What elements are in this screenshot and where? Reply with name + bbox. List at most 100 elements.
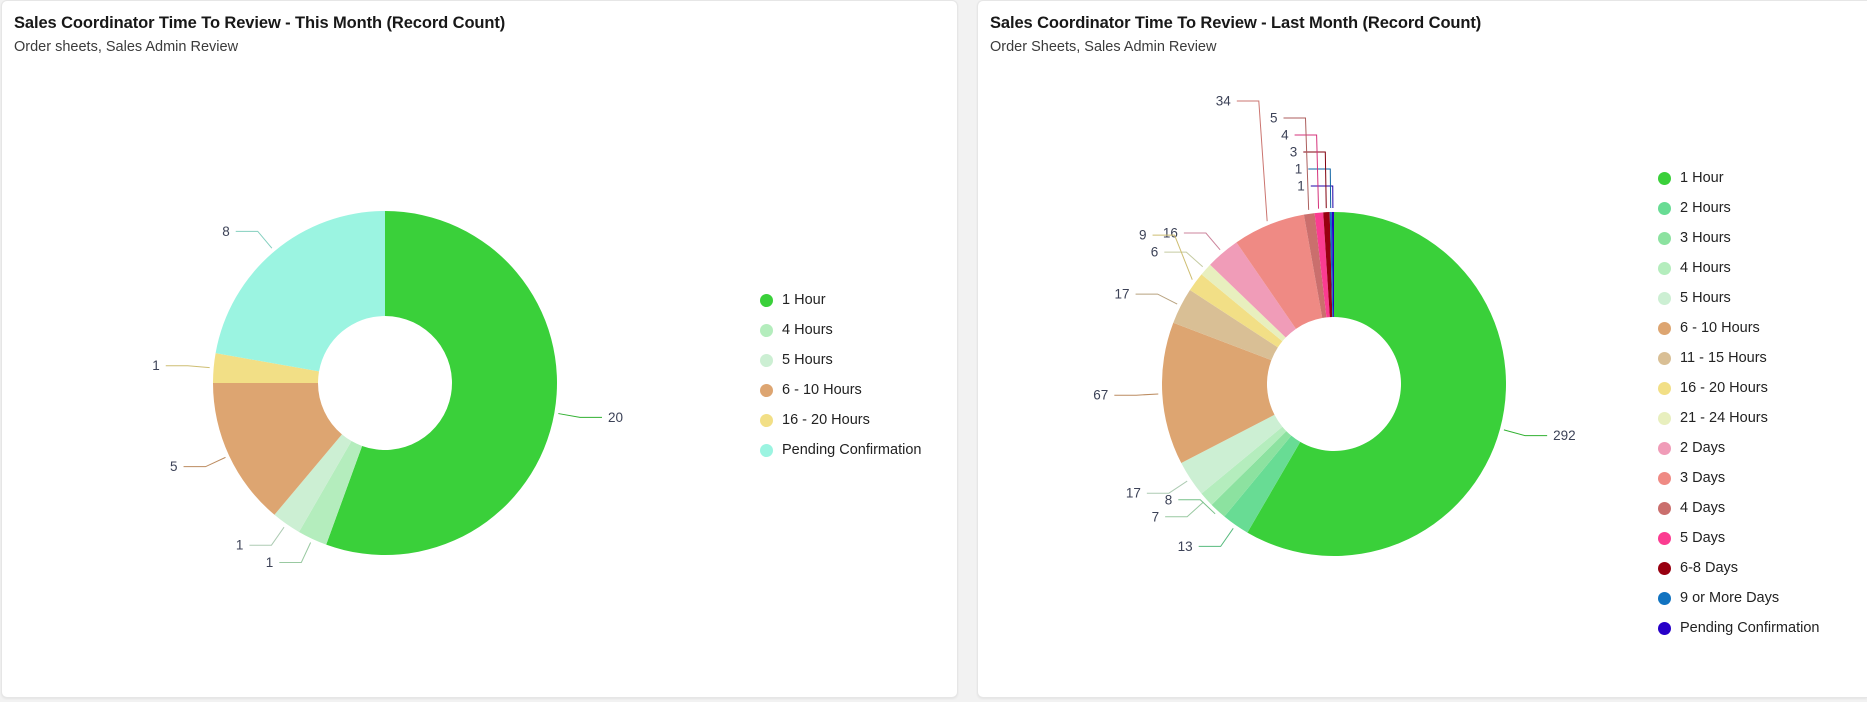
slice-value-label: 7 [1152, 509, 1160, 524]
page-title: Sales Coordinator Time To Review - This … [14, 14, 506, 32]
legend-item[interactable]: 6 - 10 Hours [760, 375, 921, 405]
leader-line [1236, 100, 1268, 222]
card-subtitle: Order sheets, Sales Admin Review [14, 39, 239, 55]
legend-item[interactable]: 4 Hours [1658, 253, 1819, 283]
legend-item[interactable]: 21 - 24 Hours [1658, 403, 1819, 433]
legend-item[interactable]: 5 Hours [760, 345, 921, 375]
leader-line [279, 542, 312, 563]
donut-chart-this-month: 20 8 1 5 1 1 1 Hour 4 Hours 5 Hours 6 - 10 Hours… [2, 57, 957, 697]
legend-swatch-icon [1658, 171, 1671, 185]
legend-swatch-icon [1658, 501, 1671, 515]
legend-swatch-icon [1658, 231, 1671, 245]
legend-swatch-icon [760, 443, 773, 457]
legend-item-label: Pending Confirmation [1680, 619, 1820, 636]
legend-swatch-icon [760, 383, 773, 397]
legend-item-label: 2 Days [1680, 439, 1726, 456]
legend-item[interactable]: 6-8 Days [1658, 553, 1819, 583]
legend-swatch-icon [1658, 561, 1671, 575]
legend-item[interactable]: 1 Hour [760, 285, 921, 315]
slice-value-label: 9 [1139, 228, 1147, 243]
legend-swatch-icon [760, 323, 773, 337]
slice-value-label: 3 [1290, 145, 1298, 160]
legend-item-label: 1 Hour [782, 291, 826, 308]
slice-value-label: 1 [236, 538, 244, 553]
legend-swatch-icon [1658, 441, 1671, 455]
leader-line [1135, 293, 1178, 305]
legend-item-label: 1 Hour [1680, 169, 1724, 186]
legend-item-label: 16 - 20 Hours [782, 411, 870, 428]
legend-item[interactable]: 5 Hours [1658, 283, 1819, 313]
legend-item-label: 6 - 10 Hours [782, 381, 862, 398]
leader-line [558, 413, 602, 418]
leader-line [1114, 393, 1159, 396]
legend-item-label: 3 Days [1680, 469, 1726, 486]
legend-item-label: 5 Hours [1680, 289, 1731, 306]
legend-swatch-icon [1658, 531, 1671, 545]
chart-card-this-month: Sales Coordinator Time To Review - This … [1, 0, 958, 698]
legend-item[interactable]: 6 - 10 Hours [1658, 313, 1819, 343]
legend-item[interactable]: 11 - 15 Hours [1658, 343, 1819, 373]
leader-line [1198, 528, 1234, 547]
slice-value-label: 4 [1281, 128, 1289, 143]
page-title: Sales Coordinator Time To Review - Last … [990, 14, 1482, 32]
leader-line [1183, 232, 1221, 251]
legend-item-label: 11 - 15 Hours [1680, 349, 1767, 366]
legend-swatch-icon [760, 293, 773, 307]
slice-value-label: 34 [1216, 94, 1232, 109]
legend-item-label: 5 Days [1680, 529, 1726, 546]
legend-item[interactable]: Pending Confirmation [760, 435, 921, 465]
legend-item[interactable]: 2 Days [1658, 433, 1819, 463]
slice-value-label: 17 [1126, 486, 1141, 501]
legend-item-label: 4 Days [1680, 499, 1726, 516]
legend-swatch-icon [1658, 321, 1671, 335]
legend-swatch-icon [1658, 351, 1671, 365]
legend-item-label: 21 - 24 Hours [1680, 409, 1768, 426]
legend-swatch-icon [760, 353, 773, 367]
legend-swatch-icon [1658, 591, 1671, 605]
legend-item-label: 2 Hours [1680, 199, 1731, 216]
legend-item[interactable]: 5 Days [1658, 523, 1819, 553]
chart-card-last-month: Sales Coordinator Time To Review - Last … [977, 0, 1867, 698]
slice-value-label: 5 [1270, 111, 1278, 126]
legend-item[interactable]: 3 Days [1658, 463, 1819, 493]
legend-item-label: 3 Hours [1680, 229, 1731, 246]
dashboard-root: Sales Coordinator Time To Review - This … [0, 0, 1867, 702]
slice-value-label: 67 [1093, 388, 1108, 403]
legend-item[interactable]: 16 - 20 Hours [1658, 373, 1819, 403]
legend-item[interactable]: 4 Hours [760, 315, 921, 345]
legend-item[interactable]: 9 or More Days [1658, 583, 1819, 613]
card-subtitle: Order Sheets, Sales Admin Review [990, 39, 1217, 55]
legend-item-label: 6-8 Days [1680, 559, 1739, 576]
legend-item[interactable]: 2 Hours [1658, 193, 1819, 223]
chart-legend-last-month: 1 Hour 2 Hours 3 Hours 4 Hours 5 Hours 6 - 10… [1658, 163, 1819, 643]
leader-line [1310, 185, 1334, 209]
legend-item[interactable]: 1 Hour [1658, 163, 1819, 193]
legend-item-label: 4 Hours [1680, 259, 1731, 276]
leader-line [249, 526, 285, 546]
pie-slice[interactable] [215, 211, 385, 372]
legend-swatch-icon [1658, 381, 1671, 395]
leader-line [1308, 168, 1332, 209]
slice-value-label: 8 [222, 224, 230, 239]
legend-swatch-icon [1658, 471, 1671, 485]
slice-value-label: 1 [266, 555, 274, 570]
leader-line [165, 365, 210, 369]
legend-item-label: 4 Hours [782, 321, 833, 338]
legend-swatch-icon [1658, 621, 1671, 635]
slice-value-label: 20 [608, 410, 623, 425]
card-header: Sales Coordinator Time To Review - This … [2, 1, 957, 57]
legend-item-label: 9 or More Days [1680, 589, 1780, 606]
legend-item-label: 6 - 10 Hours [1680, 319, 1760, 336]
legend-swatch-icon [1658, 291, 1671, 305]
slice-value-label: 1 [152, 358, 160, 373]
legend-item[interactable]: 3 Hours [1658, 223, 1819, 253]
legend-item-label: 5 Hours [782, 351, 833, 368]
legend-item[interactable]: 16 - 20 Hours [760, 405, 921, 435]
slice-value-label: 292 [1553, 428, 1576, 443]
chart-legend-this-month: 1 Hour 4 Hours 5 Hours 6 - 10 Hours 16 - 20 … [760, 285, 921, 465]
legend-item[interactable]: 4 Days [1658, 493, 1819, 523]
card-header: Sales Coordinator Time To Review - Last … [978, 1, 1867, 57]
legend-swatch-icon [760, 413, 773, 427]
legend-swatch-icon [1658, 411, 1671, 425]
legend-item[interactable]: Pending Confirmation [1658, 613, 1819, 643]
